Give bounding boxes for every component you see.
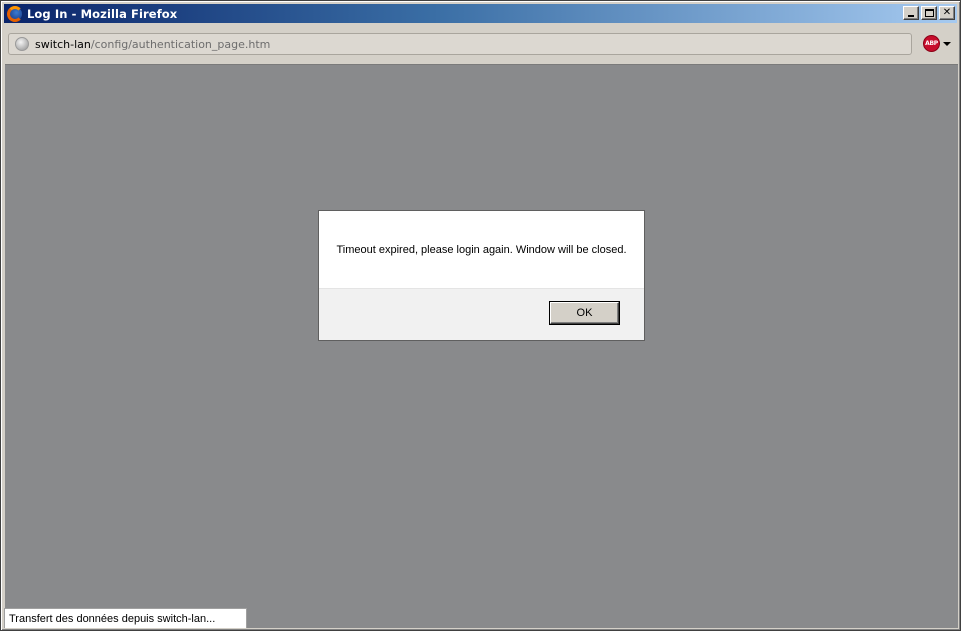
alert-dialog: Timeout expired, please login again. Win…: [318, 210, 645, 341]
navigation-toolbar: switch-lan/config/authentication_page.ht…: [4, 25, 957, 63]
close-icon: ✕: [942, 7, 952, 18]
adblock-plus-button[interactable]: ABP: [923, 35, 951, 52]
adblock-plus-icon: ABP: [923, 35, 940, 52]
address-bar[interactable]: switch-lan/config/authentication_page.ht…: [8, 33, 912, 55]
page-content-overlay: Timeout expired, please login again. Win…: [5, 64, 958, 628]
ok-button[interactable]: OK: [550, 302, 619, 324]
maximize-button[interactable]: [921, 6, 937, 20]
dialog-message: Timeout expired, please login again. Win…: [336, 243, 627, 256]
title-bar[interactable]: Log In - Mozilla Firefox ✕: [4, 4, 957, 23]
url-host: switch-lan: [35, 37, 91, 51]
window-controls: ✕: [903, 6, 955, 20]
url-text[interactable]: switch-lan/config/authentication_page.ht…: [35, 38, 270, 51]
close-button[interactable]: ✕: [939, 6, 955, 20]
minimize-button[interactable]: [903, 6, 919, 20]
dialog-footer: OK: [319, 288, 644, 340]
url-path: /config/authentication_page.htm: [90, 37, 271, 51]
maximize-icon: [924, 9, 934, 17]
dropdown-arrow-icon[interactable]: [943, 41, 951, 46]
status-bar: Transfert des données depuis switch-lan.…: [4, 608, 247, 628]
window-title: Log In - Mozilla Firefox: [27, 6, 178, 21]
minimize-icon: [908, 15, 914, 17]
globe-icon[interactable]: [15, 37, 29, 51]
browser-window: Log In - Mozilla Firefox ✕ switch-lan/co…: [0, 0, 961, 631]
firefox-icon: [7, 5, 23, 22]
